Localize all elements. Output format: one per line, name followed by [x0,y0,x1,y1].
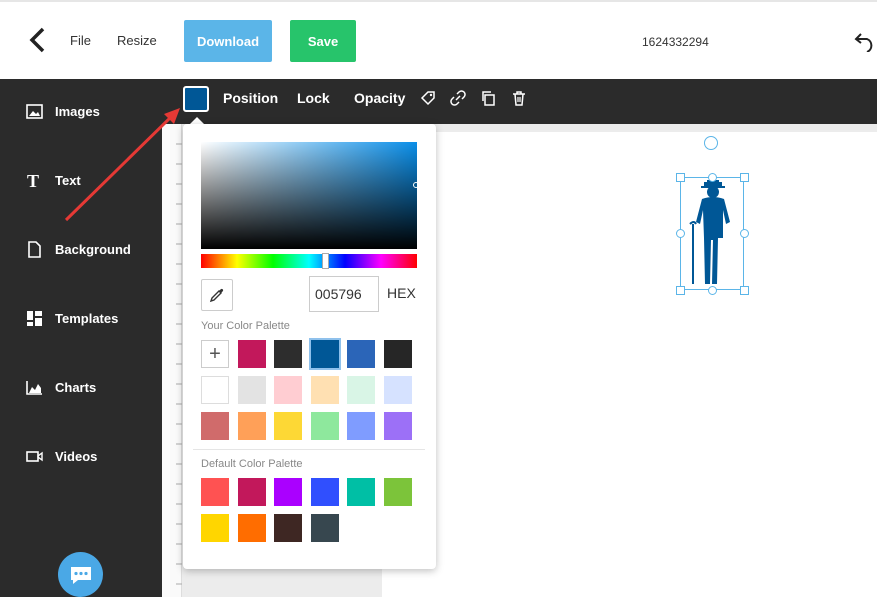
default-palette-label: Default Color Palette [201,458,303,470]
palette-swatch[interactable] [308,338,341,370]
resize-handle-bottom-right[interactable] [740,286,749,295]
palette-swatch[interactable] [384,340,412,368]
undo-icon[interactable] [853,28,877,52]
opacity-button[interactable]: Opacity [354,90,405,106]
resize-handle-bottom[interactable] [708,286,717,295]
color-picker-popover: HEX Your Color Palette + Default Color P… [183,124,436,569]
default-palette-swatch[interactable] [347,478,376,506]
text-icon: T [27,172,39,189]
palette-swatch[interactable] [237,340,266,368]
chart-icon [26,381,42,395]
file-icon [28,241,41,258]
svg-text:T: T [27,172,39,189]
hex-input[interactable] [309,276,379,312]
resize-handle-left[interactable] [676,229,685,238]
duplicate-icon[interactable] [480,90,496,106]
sidebar-item-background[interactable]: Background [26,241,131,258]
sidebar-item-label: Images [55,104,100,119]
palette-divider [193,449,425,450]
sidebar-item-templates[interactable]: Templates [26,310,118,327]
palette-swatch[interactable] [384,412,412,440]
tag-icon[interactable] [420,90,436,106]
your-palette-label: Your Color Palette [201,320,290,332]
lock-button[interactable]: Lock [297,90,330,106]
sidebar-item-videos[interactable]: Videos [26,448,97,465]
resize-handle-top-right[interactable] [740,173,749,182]
eyedropper-icon [209,288,224,303]
default-palette-swatch[interactable] [274,478,303,506]
default-palette-swatch[interactable] [310,478,339,506]
saturation-area[interactable] [201,142,417,249]
hex-label: HEX [387,285,416,301]
back-arrow-icon[interactable] [26,26,50,54]
palette-swatch[interactable] [274,412,303,440]
palette-swatch[interactable] [384,376,412,404]
download-button[interactable]: Download [184,20,272,62]
sidebar-item-label: Templates [55,311,119,326]
default-palette-swatch[interactable] [201,478,229,506]
chat-button[interactable] [58,552,103,597]
default-palette-swatch[interactable] [384,478,412,506]
resize-handle-right[interactable] [740,229,749,238]
color-picker-button[interactable] [183,86,209,112]
save-button[interactable]: Save [290,20,356,62]
default-palette-swatch[interactable] [274,514,303,542]
hue-slider-handle[interactable] [322,253,329,269]
link-icon[interactable] [450,90,466,106]
hue-slider[interactable] [201,254,417,268]
resize-menu[interactable]: Resize [117,33,157,48]
resize-handle-top-left[interactable] [676,173,685,182]
resize-handle-bottom-left[interactable] [676,286,685,295]
design-canvas[interactable] [382,132,877,597]
sidebar-item-text[interactable]: T Text [26,172,81,189]
sidebar-item-images[interactable]: Images [26,103,100,120]
sidebar-item-label: Text [55,173,81,188]
file-menu[interactable]: File [70,33,91,48]
rotate-handle-icon[interactable] [704,136,718,150]
image-icon [26,104,43,119]
palette-swatch[interactable] [201,376,229,404]
resize-handle-top[interactable] [708,173,717,182]
palette-swatch[interactable] [274,376,303,404]
default-palette-swatch[interactable] [237,514,266,542]
video-icon [26,451,43,462]
document-name[interactable]: 1624332294 [642,35,709,49]
eyedropper-button[interactable] [201,279,233,311]
sidebar-item-charts[interactable]: Charts [26,379,96,396]
trash-icon[interactable] [511,90,527,106]
default-palette-swatch[interactable] [201,514,229,542]
palette-swatch[interactable] [310,412,339,440]
templates-icon [27,311,42,326]
add-color-button[interactable]: + [201,340,229,368]
sidebar: Images T Text Background Templates Chart… [0,79,162,597]
sidebar-item-label: Videos [55,449,98,464]
top-bar: File Resize Download Save 1624332294 [0,0,877,79]
position-button[interactable]: Position [223,90,278,106]
selection-box [680,177,744,290]
palette-swatch[interactable] [347,412,376,440]
sidebar-item-label: Charts [55,380,97,395]
palette-swatch[interactable] [237,412,266,440]
default-palette-swatch[interactable] [310,514,339,542]
palette-swatch[interactable] [347,340,376,368]
default-palette-swatch[interactable] [237,478,266,506]
palette-swatch[interactable] [310,376,339,404]
chat-bubble-icon [70,566,91,584]
element-toolbar: Position Lock Opacity [162,79,877,124]
vertical-ruler [162,124,182,597]
saturation-cursor[interactable] [413,182,419,188]
palette-swatch[interactable] [201,412,229,440]
sidebar-item-label: Background [55,242,131,257]
ruler-ticks [176,143,182,585]
palette-swatch[interactable] [347,376,376,404]
picker-notch [190,117,204,124]
palette-swatch[interactable] [274,340,303,368]
palette-swatch[interactable] [237,376,266,404]
